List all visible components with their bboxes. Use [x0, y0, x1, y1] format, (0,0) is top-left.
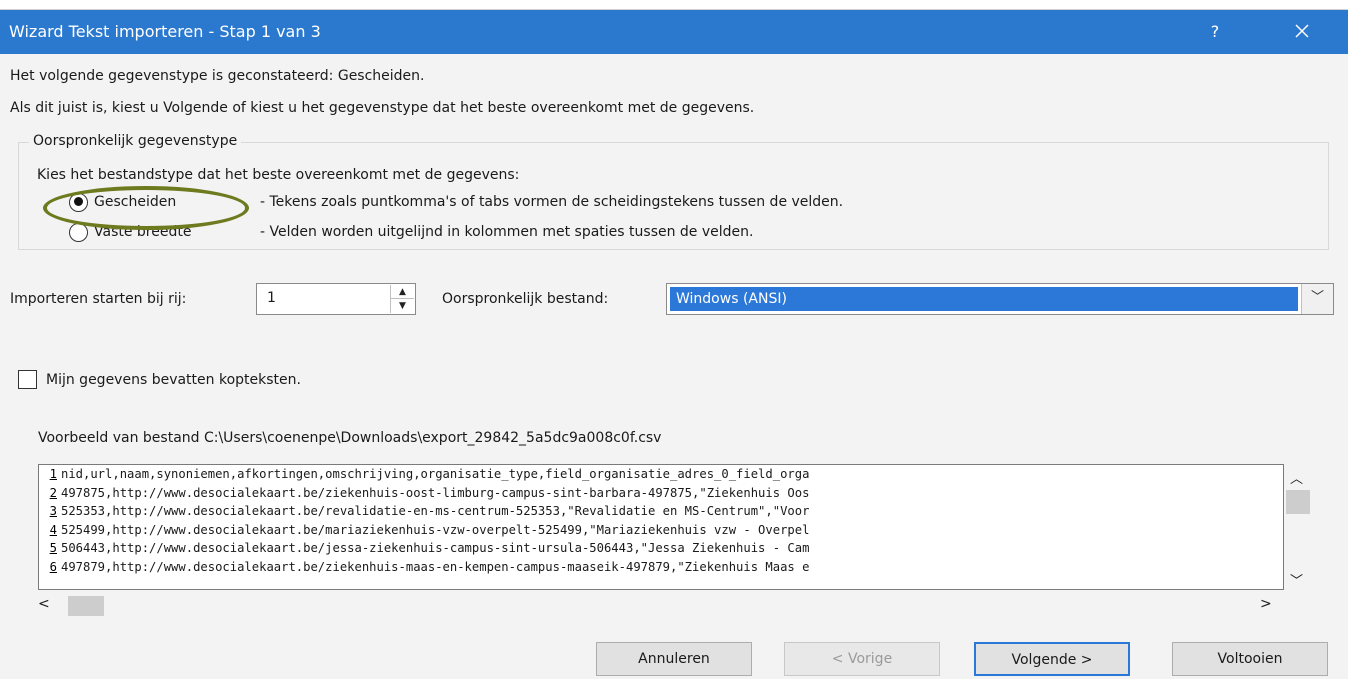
radio-label-delimited[interactable]: Gescheiden: [94, 194, 260, 210]
file-origin-label: Oorspronkelijk bestand:: [442, 291, 609, 307]
help-button[interactable]: ?: [1200, 18, 1230, 46]
preview-row: 1 nid,url,naam,synoniemen,afkortingen,oms…: [39, 465, 1283, 484]
radio-desc-fixed-width: - Velden worden uitgelijnd in kolommen m…: [260, 224, 754, 240]
headers-checkbox-label[interactable]: Mijn gegevens bevatten kopteksten.: [46, 372, 301, 388]
row-text: 525353,http://www.desocialekaart.be/reva…: [61, 504, 810, 518]
headers-checkbox[interactable]: [18, 370, 37, 389]
row-text: 497879,http://www.desocialekaart.be/ziek…: [61, 559, 810, 574]
scroll-left-icon[interactable]: <: [38, 596, 50, 612]
start-row-label: Importeren starten bij rij:: [10, 291, 187, 307]
row-text: 506443,http://www.desocialekaart.be/jess…: [61, 541, 810, 555]
start-row-value[interactable]: 1: [267, 290, 276, 306]
next-button[interactable]: Volgende >: [974, 642, 1130, 676]
row-number: 4: [49, 522, 57, 537]
radio-delimited[interactable]: Gescheiden - Tekens zoals puntkomma's of…: [69, 191, 843, 213]
radio-desc-delimited: - Tekens zoals puntkomma's of tabs vorme…: [260, 194, 844, 210]
group-prompt: Kies het bestandstype dat het beste over…: [37, 167, 520, 183]
file-origin-select[interactable]: Windows (ANSI) ﹀: [666, 283, 1334, 315]
stepper-buttons: ▲ ▼: [390, 285, 414, 313]
scroll-up-icon[interactable]: ︿: [1290, 468, 1303, 487]
row-number: 6: [49, 559, 57, 574]
file-origin-value[interactable]: Windows (ANSI): [670, 287, 1298, 311]
preview-row: 6 497879,http://www.desocialekaart.be/zie…: [39, 558, 1283, 577]
row-number: 2: [49, 485, 57, 500]
close-button[interactable]: [1282, 16, 1322, 46]
stepper-up-icon[interactable]: ▲: [391, 285, 414, 299]
preview-label: Voorbeeld van bestand C:\Users\coenenpe\…: [38, 430, 662, 446]
group-legend: Oorspronkelijk gegevenstype: [29, 133, 242, 149]
row-text: 497875,http://www.desocialekaart.be/ziek…: [61, 485, 810, 500]
scroll-right-icon[interactable]: >: [1260, 596, 1272, 612]
radio-label-fixed-width[interactable]: Vaste breedte: [94, 224, 260, 240]
row-number: 5: [49, 541, 57, 555]
horizontal-scroll-thumb[interactable]: [68, 596, 104, 616]
close-icon: [1295, 24, 1309, 38]
preview-row: 3 525353,http://www.desocialekaart.be/rev…: [39, 502, 1283, 521]
row-number: 3: [49, 504, 57, 518]
finish-button[interactable]: Voltooien: [1172, 642, 1328, 676]
radio-fixed-width[interactable]: Vaste breedte - Velden worden uitgelijnd…: [69, 221, 754, 243]
radio-button-checked[interactable]: [69, 192, 88, 212]
preview-row: 2 497875,http://www.desocialekaart.be/zie…: [39, 484, 1283, 503]
title-bar: Wizard Tekst importeren - Stap 1 van 3 ?: [0, 10, 1348, 54]
start-row-stepper[interactable]: 1 ▲ ▼: [256, 283, 416, 315]
top-strip: [0, 0, 1348, 10]
file-preview[interactable]: 1 nid,url,naam,synoniemen,afkortingen,oms…: [38, 464, 1284, 590]
radio-button-unchecked[interactable]: [69, 222, 88, 242]
row-text: 525499,http://www.desocialekaart.be/mari…: [61, 522, 810, 537]
instruction-text: Als dit juist is, kiest u Volgende of ki…: [10, 100, 755, 116]
scroll-down-icon[interactable]: ﹀: [1290, 570, 1303, 589]
vertical-scroll-thumb[interactable]: [1286, 490, 1310, 514]
stepper-down-icon[interactable]: ▼: [391, 299, 414, 313]
back-button[interactable]: < Vorige: [784, 642, 940, 676]
row-text: nid,url,naam,synoniemen,afkortingen,omsc…: [61, 467, 810, 481]
vertical-scrollbar[interactable]: ︿ ﹀: [1284, 464, 1312, 590]
row-number: 1: [49, 467, 57, 481]
preview-row: 5 506443,http://www.desocialekaart.be/jes…: [39, 539, 1283, 558]
horizontal-scrollbar[interactable]: < >: [38, 592, 1284, 620]
dialog-body: Het volgende gegevenstype is geconstatee…: [0, 54, 1348, 679]
detected-type-text: Het volgende gegevenstype is geconstatee…: [10, 68, 425, 84]
window-title: Wizard Tekst importeren - Stap 1 van 3: [9, 22, 321, 41]
chevron-down-icon[interactable]: ﹀: [1301, 284, 1333, 314]
cancel-button[interactable]: Annuleren: [596, 642, 752, 676]
original-data-type-group: Oorspronkelijk gegevenstype Kies het bes…: [18, 133, 1329, 250]
preview-row: 4 525499,http://www.desocialekaart.be/mar…: [39, 521, 1283, 540]
